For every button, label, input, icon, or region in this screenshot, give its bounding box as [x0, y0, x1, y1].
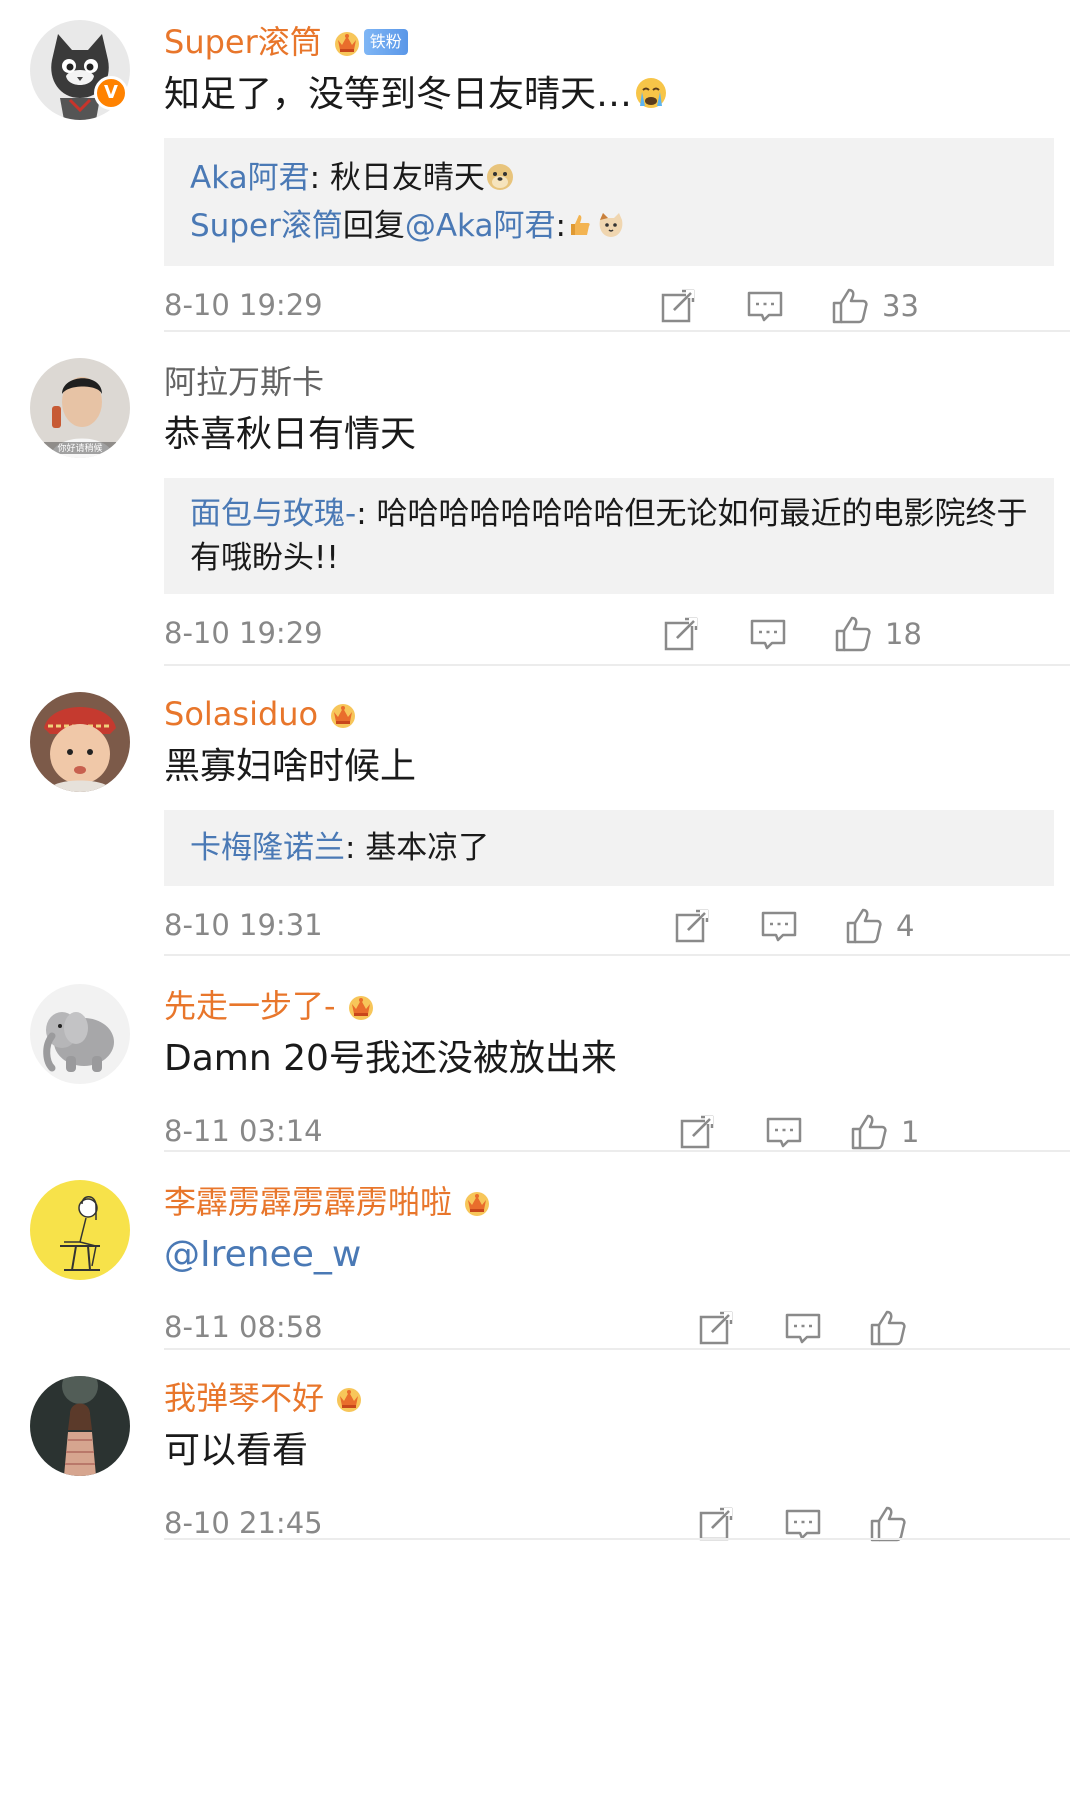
thumbs-up-icon: [830, 286, 870, 326]
reply-line: 面包与玫瑰-: 哈哈哈哈哈哈哈哈但无论如何最近的电影院终于有哦盼头!!: [190, 496, 1028, 576]
reply-line: Super滚筒回复@Aka阿君:: [190, 202, 1028, 250]
crown-icon: [346, 991, 376, 1021]
repost-button[interactable]: [658, 284, 698, 328]
reply-box[interactable]: 卡梅隆诺兰: 基本凉了: [164, 810, 1054, 886]
like-button[interactable]: 1: [849, 1110, 919, 1154]
timestamp: 8-10 19:31: [164, 908, 323, 942]
reply-user-name[interactable]: Aka阿君: [190, 160, 310, 196]
timestamp: 8-11 03:14: [164, 1114, 323, 1148]
like-button[interactable]: [868, 1306, 908, 1350]
user-name[interactable]: 阿拉万斯卡: [164, 362, 324, 402]
comment-button[interactable]: [783, 1306, 823, 1350]
crying-emoji-icon: [636, 78, 667, 108]
divider: [164, 1538, 1070, 1540]
like-button[interactable]: 18: [833, 612, 922, 656]
user-name[interactable]: Super滚筒: [164, 22, 322, 62]
repost-button[interactable]: [696, 1306, 736, 1350]
thumbs-up-icon: [849, 1112, 889, 1152]
repost-button[interactable]: [677, 1110, 717, 1154]
reply-line: Aka阿君: 秋日友晴天: [190, 154, 1028, 202]
like-count: 4: [896, 909, 915, 943]
like-count: 1: [901, 1115, 920, 1149]
reply-line: 卡梅隆诺兰: 基本凉了: [190, 830, 490, 866]
crown-icon: [332, 27, 362, 57]
timestamp: 8-10 19:29: [164, 288, 323, 322]
comment-text: 知足了，没等到冬日友晴天…: [164, 72, 1080, 118]
reply-user-name[interactable]: 卡梅隆诺兰: [190, 830, 345, 866]
cat-emoji-icon: [599, 213, 623, 237]
timestamp: 8-10 19:29: [164, 616, 323, 650]
comment-text: Damn 20号我还没被放出来: [164, 1038, 617, 1079]
user-name[interactable]: Solasiduo: [164, 694, 318, 734]
comment-list: V Super滚筒 铁粉 知足了，没等到冬日友晴天… Aka阿君: 秋日友晴天 …: [0, 0, 1080, 1540]
user-name[interactable]: 先走一步了-: [164, 986, 336, 1026]
comment-icon: [764, 1112, 804, 1152]
verified-badge: V: [94, 76, 128, 110]
repost-icon: [696, 1308, 736, 1348]
comment-item: V Super滚筒 铁粉 知足了，没等到冬日友晴天… Aka阿君: 秋日友晴天 …: [0, 0, 1080, 332]
comment-footer: 8-10 21:45: [164, 1484, 1080, 1568]
timestamp: 8-10 21:45: [164, 1506, 323, 1540]
comment-icon: [783, 1308, 823, 1348]
mention-link[interactable]: @Aka阿君: [405, 208, 556, 244]
comment-text: 恭喜秋日有情天: [164, 414, 417, 455]
crown-icon: [334, 1383, 364, 1413]
comment-button[interactable]: [745, 284, 785, 328]
crown-icon: [328, 699, 358, 729]
comment-icon: [759, 906, 799, 946]
fan-badge: 铁粉: [363, 29, 408, 55]
repost-icon: [661, 614, 701, 654]
repost-icon: [658, 286, 698, 326]
reply-box[interactable]: 面包与玫瑰-: 哈哈哈哈哈哈哈哈但无论如何最近的电影院终于有哦盼头!!: [164, 478, 1054, 594]
thumbs-up-icon: [868, 1308, 908, 1348]
doge-emoji-icon: [486, 164, 513, 190]
user-name[interactable]: 李霹雳霹雳霹雳啪啦: [164, 1182, 452, 1222]
repost-icon: [672, 906, 712, 946]
reply-box[interactable]: Aka阿君: 秋日友晴天 Super滚筒回复@Aka阿君:: [164, 138, 1054, 266]
comment-item: 李霹雳霹雳霹雳啪啦 @Irenee_w 8-11 08:58: [0, 1152, 1080, 1350]
comment-button[interactable]: [748, 612, 788, 656]
avatar[interactable]: [30, 1376, 130, 1476]
repost-button[interactable]: [672, 904, 712, 948]
thumbs-up-icon: [844, 906, 884, 946]
thumbs-up-icon: [833, 614, 873, 654]
comment-item: 先走一步了- Damn 20号我还没被放出来 8-11 03:14 1: [0, 956, 1080, 1152]
avatar[interactable]: [30, 984, 130, 1084]
comment-icon: [745, 286, 785, 326]
reply-user-name[interactable]: 面包与玫瑰-: [190, 496, 356, 532]
comment-text: 黑寡妇啥时候上: [164, 746, 417, 787]
comment-button[interactable]: [764, 1110, 804, 1154]
crown-icon: [462, 1187, 492, 1217]
reply-user-name[interactable]: Super滚筒: [190, 208, 343, 244]
like-count: 18: [885, 617, 922, 651]
user-name[interactable]: 我弹琴不好: [164, 1378, 324, 1418]
avatar[interactable]: [30, 1180, 130, 1280]
avatar-caption: 你好请稍候: [57, 442, 102, 454]
avatar[interactable]: [30, 692, 130, 792]
like-count: 33: [882, 289, 919, 323]
like-button[interactable]: 4: [844, 904, 914, 948]
comment-item: 我弹琴不好 可以看看 8-10 21:45: [0, 1350, 1080, 1540]
thumbs-up-emoji-icon: [570, 215, 590, 235]
comment-icon: [748, 614, 788, 654]
avatar[interactable]: 你好请稍候: [30, 358, 130, 458]
comment-button[interactable]: [759, 904, 799, 948]
like-button[interactable]: 33: [830, 284, 919, 328]
comment-text: 可以看看: [164, 1430, 309, 1471]
comment-text: @Irenee_w: [164, 1232, 1080, 1278]
comment-item: 你好请稍候 阿拉万斯卡 恭喜秋日有情天 面包与玫瑰-: 哈哈哈哈哈哈哈哈但无论如…: [0, 332, 1080, 666]
timestamp: 8-11 08:58: [164, 1310, 323, 1344]
repost-button[interactable]: [661, 612, 701, 656]
mention-link[interactable]: @Irenee_w: [164, 1234, 361, 1275]
repost-icon: [677, 1112, 717, 1152]
comment-item: Solasiduo 黑寡妇啥时候上 卡梅隆诺兰: 基本凉了 8-10 19:31…: [0, 666, 1080, 956]
